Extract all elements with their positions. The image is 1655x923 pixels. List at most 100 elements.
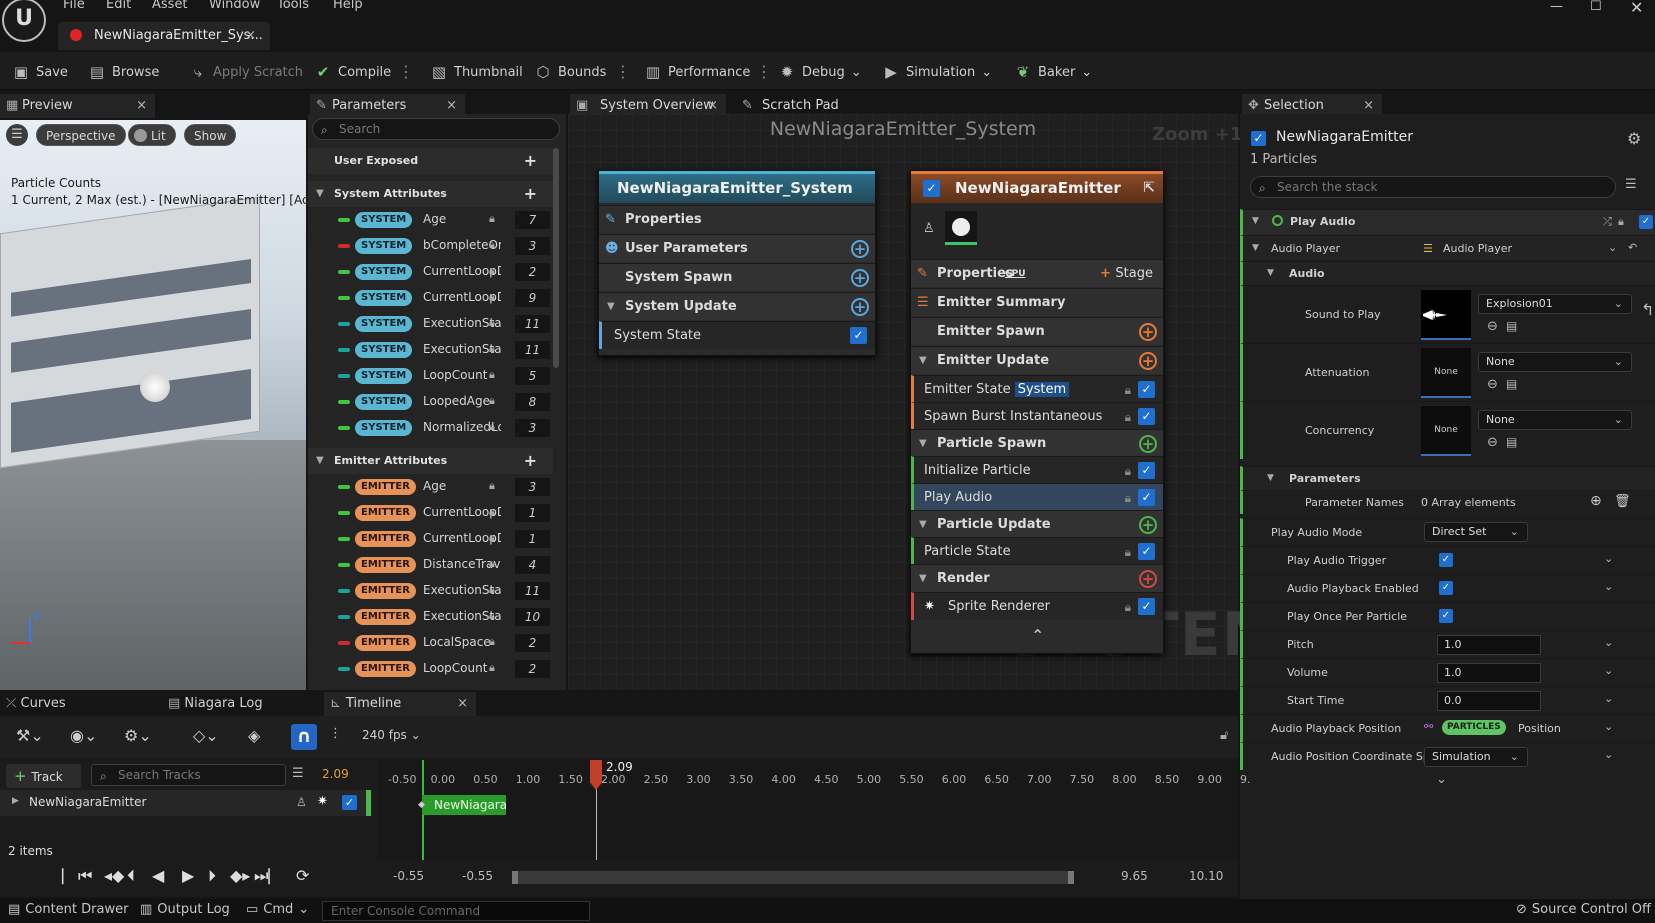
expand-icon[interactable]: ▶ xyxy=(12,796,19,806)
parameter-row[interactable]: EMITTERCurrentLoopDelay🔒︎1 xyxy=(308,500,553,526)
collapse-node-icon[interactable]: ⌃ xyxy=(1031,626,1044,645)
delete-icon[interactable]: 🗑︎ xyxy=(1614,494,1631,509)
user-parameters-row[interactable]: ☻ User Parameters + xyxy=(599,234,875,262)
view-start-b[interactable]: -0.55 xyxy=(462,869,493,883)
emitter-update-row[interactable]: ▼ Emitter Update + xyxy=(911,346,1163,374)
parameter-row[interactable]: SYSTEMNormalizedLoopAge🔒︎3 xyxy=(308,415,553,441)
tab-timeline[interactable]: ⊾ Timeline × xyxy=(324,692,476,716)
start-time-input[interactable]: 0.0 xyxy=(1437,691,1541,711)
play-audio-trigger-checkbox[interactable]: ✓ xyxy=(1439,553,1453,567)
add-particle-spawn-icon[interactable]: + xyxy=(1139,435,1157,453)
concurrency-thumbnail[interactable]: None xyxy=(1421,406,1471,456)
add-emitter-spawn-icon[interactable]: + xyxy=(1139,323,1157,341)
minimize-icon[interactable]: — xyxy=(1550,0,1563,13)
source-control-button[interactable]: ⊘ Source Control Off xyxy=(1516,902,1651,917)
tools-icon[interactable]: ⚒⌄ xyxy=(16,726,44,745)
initialize-particle-row[interactable]: Initialize Particle 🔒︎ ✓ xyxy=(911,456,1163,484)
sprite-renderer-row[interactable]: ✷ Sprite Renderer 🔒︎ ✓ xyxy=(911,592,1163,620)
menu-asset[interactable]: Asset xyxy=(152,0,188,12)
system-properties-row[interactable]: ✎ Properties xyxy=(599,205,875,233)
parameter-row[interactable]: SYSTEMCurrentLoopDelay🔒︎2 xyxy=(308,259,553,285)
collapse-icon[interactable]: ▼ xyxy=(1252,216,1259,226)
shuffle-icon[interactable]: ⤮ xyxy=(1603,215,1612,229)
save-button[interactable]: ▣ Save xyxy=(12,62,68,82)
snap-magnet-icon[interactable]: ∩ xyxy=(291,724,317,750)
play-once-checkbox[interactable]: ✓ xyxy=(1439,609,1453,623)
render-row[interactable]: ▼ Render + xyxy=(911,564,1163,592)
particle-state-checkbox[interactable]: ✓ xyxy=(1138,543,1155,560)
parameter-row[interactable]: EMITTER LocalSpace 🔒︎ 2 xyxy=(308,630,553,656)
sound-dropdown[interactable]: Explosion01 ⌄ xyxy=(1478,294,1632,314)
snap-options-icon[interactable]: ⋮ xyxy=(329,726,342,741)
add-track-button[interactable]: + Track xyxy=(6,764,81,788)
performance-options-icon[interactable]: ⋮ xyxy=(756,62,772,81)
apply-scratch-button[interactable]: ⤷ Apply Scratch xyxy=(189,62,303,82)
gear-icon[interactable]: ⚙ xyxy=(1627,129,1641,148)
particle-state-row[interactable]: Particle State 🔒︎ ✓ xyxy=(911,537,1163,565)
viewport-menu-icon[interactable]: ☰ xyxy=(6,124,28,146)
emitter-summary-row[interactable]: ☰ Emitter Summary xyxy=(911,288,1163,316)
menu-tools[interactable]: Tools xyxy=(277,0,309,12)
add-system-spawn-icon[interactable]: + xyxy=(851,269,869,287)
view-range-slider[interactable] xyxy=(512,871,1074,884)
unlock-icon[interactable]: 🔓︎ xyxy=(1220,728,1228,743)
initialize-particle-checkbox[interactable]: ✓ xyxy=(1138,462,1155,479)
tab-niagara-log[interactable]: ▤ Niagara Log xyxy=(168,696,263,711)
spawn-burst-checkbox[interactable]: ✓ xyxy=(1138,408,1155,425)
add-stage-button[interactable]: + Stage xyxy=(1100,260,1153,288)
close-tab-icon[interactable]: × xyxy=(245,22,256,50)
parameter-row[interactable]: EMITTERExecutionState🔒︎11 xyxy=(308,578,553,604)
clip-key-icon[interactable]: ◆ xyxy=(418,800,425,810)
chevron-down-icon[interactable]: ⌄ xyxy=(1604,720,1613,733)
collapse-icon[interactable]: ▼ xyxy=(1267,268,1274,278)
search-tracks-input[interactable]: ⌕ Search Tracks xyxy=(91,764,286,786)
use-selected-icon[interactable]: ⊖ xyxy=(1487,435,1498,450)
debug-button[interactable]: ✹ Debug ⌄ xyxy=(778,62,862,82)
keyframe-icon[interactable]: ◇⌄ xyxy=(193,726,219,745)
chevron-down-icon[interactable]: ⌄ xyxy=(1608,241,1617,254)
lock-icon[interactable]: 🔒︎ xyxy=(1125,403,1131,431)
time-ruler[interactable]: -0.50 0.00 0.50 1.00 1.50 2.00 2.50 3.00 3.50 4.0… xyxy=(378,773,1251,791)
compile-options-icon[interactable]: ⋮ xyxy=(398,62,414,81)
browse-asset-icon[interactable]: ▤ xyxy=(1506,319,1517,333)
add-user-param-icon[interactable]: + xyxy=(524,148,537,174)
lock-icon[interactable]: 🔒︎ xyxy=(1125,538,1131,566)
maximize-icon[interactable]: ☐ xyxy=(1590,0,1602,13)
use-selected-icon[interactable]: ⊖ xyxy=(1487,377,1498,392)
expand-icon[interactable]: ▼ xyxy=(919,347,927,375)
add-particle-update-icon[interactable]: + xyxy=(1139,516,1157,534)
chevron-down-icon[interactable]: ⌄ xyxy=(1604,664,1613,677)
spawn-burst-row[interactable]: Spawn Burst Instantaneous 🔒︎ ✓ xyxy=(911,402,1163,430)
attenuation-dropdown[interactable]: None ⌄ xyxy=(1478,352,1632,372)
collapse-icon[interactable]: ▼ xyxy=(1252,243,1259,253)
add-renderer-icon[interactable]: + xyxy=(1139,570,1157,588)
open-emitter-icon[interactable]: ⇱ xyxy=(1143,174,1155,202)
parameters-search-input[interactable]: ⌕ Search xyxy=(312,118,560,140)
system-update-row[interactable]: ▼ System Update + xyxy=(599,292,875,320)
perspective-button[interactable]: Perspective xyxy=(36,124,126,146)
eye-icon[interactable]: ◉⌄ xyxy=(70,726,97,745)
emitter-node[interactable]: ✓ NewNiagaraEmitter ⇱ ♙ ✎ Properties CPU + St… xyxy=(910,170,1164,654)
loop-icon[interactable]: ⟳ xyxy=(296,866,309,885)
thumbnail-button[interactable]: ▧ Thumbnail xyxy=(430,62,523,82)
parameter-row[interactable]: EMITTER LoopCount 🔒︎ 2 xyxy=(308,656,553,682)
filter-icon[interactable]: ☰ xyxy=(1625,177,1637,192)
emitter-state-checkbox[interactable]: ✓ xyxy=(1138,381,1155,398)
particle-spawn-row[interactable]: ▼ Particle Spawn + xyxy=(911,429,1163,457)
play-audio-mode-dropdown[interactable]: Direct Set ⌄ xyxy=(1424,522,1528,542)
document-tab[interactable]: NewNiagaraEmitter_Sys... × xyxy=(58,22,270,50)
expand-icon[interactable]: ▼ xyxy=(919,430,927,458)
output-log-button[interactable]: ▥ Output Log xyxy=(140,902,230,917)
stack-search-input[interactable]: ⌕ Search the stack xyxy=(1250,176,1616,198)
play-audio-module-header[interactable]: ▼ Play Audio ⤮ 🔒︎ ✓ xyxy=(1240,209,1655,235)
content-drawer-button[interactable]: ▤ Content Drawer xyxy=(8,902,128,917)
parameter-row[interactable]: EMITTERCurrentLoopDuration🔒︎1 xyxy=(308,526,553,552)
audio-section-header[interactable]: ▼ Audio xyxy=(1240,261,1655,285)
step-back-icon[interactable]: ⏴ xyxy=(127,866,135,886)
emitter-attributes-header[interactable]: ▼ Emitter Attributes + xyxy=(308,448,553,474)
play-audio-row[interactable]: Play Audio 🔒︎ ✓ xyxy=(911,483,1163,511)
play-audio-module-checkbox[interactable]: ✓ xyxy=(1639,215,1653,229)
browse-asset-icon[interactable]: ▤ xyxy=(1506,377,1517,391)
expand-icon[interactable]: ▼ xyxy=(919,511,927,539)
compile-button[interactable]: ✔ Compile xyxy=(314,62,391,82)
